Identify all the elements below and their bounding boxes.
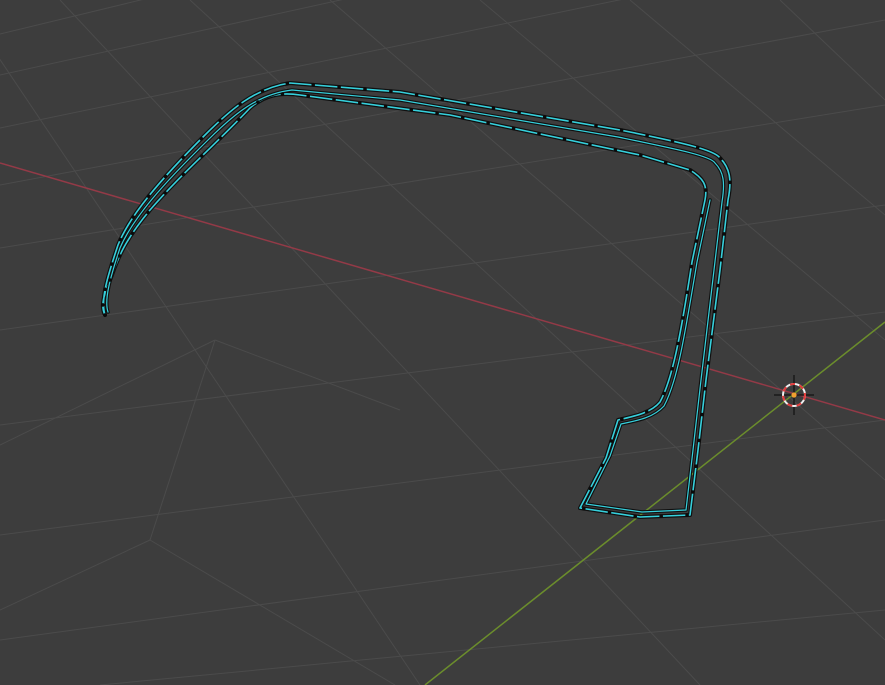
vertex-point[interactable]	[130, 231, 135, 236]
vertex-point[interactable]	[486, 121, 490, 125]
vertex-point[interactable]	[588, 486, 592, 491]
vertex-point[interactable]	[163, 191, 167, 195]
vertex-point[interactable]	[716, 283, 720, 288]
vertex-point[interactable]	[542, 115, 547, 119]
vertex-point[interactable]	[645, 133, 649, 138]
vertex-point[interactable]	[691, 490, 695, 494]
vertex-point[interactable]	[118, 237, 123, 242]
vertex-point[interactable]	[588, 142, 592, 147]
vertex-point[interactable]	[460, 115, 465, 120]
vertex-point[interactable]	[237, 117, 241, 122]
vertex-point[interactable]	[699, 213, 704, 218]
vertex-point[interactable]	[633, 514, 637, 519]
vertex-point[interactable]	[594, 124, 598, 128]
vertex-point[interactable]	[146, 210, 150, 215]
vertex-point[interactable]	[383, 104, 388, 109]
cursor-center-dot	[791, 392, 797, 398]
vertex-point[interactable]	[181, 172, 186, 177]
vertex-point[interactable]	[103, 313, 107, 317]
vertex-point[interactable]	[517, 110, 521, 115]
vertex-point[interactable]	[110, 262, 114, 266]
vertex-point[interactable]	[613, 148, 618, 152]
vertex-point[interactable]	[670, 139, 675, 143]
vertex-point[interactable]	[688, 168, 693, 173]
vertex-point[interactable]	[337, 85, 341, 89]
vertex-point[interactable]	[332, 97, 336, 102]
vertex-point[interactable]	[609, 439, 614, 443]
vertex-point[interactable]	[718, 156, 723, 161]
vertex-point[interactable]	[466, 101, 470, 106]
vertex-point[interactable]	[101, 303, 105, 307]
vertex-point[interactable]	[703, 188, 708, 192]
vertex-point[interactable]	[620, 417, 624, 421]
vertex-point[interactable]	[639, 153, 643, 157]
vertex-point[interactable]	[218, 118, 222, 123]
vertex-point[interactable]	[238, 102, 242, 106]
vertex-point[interactable]	[712, 309, 717, 314]
vertex-point[interactable]	[537, 131, 541, 136]
vertex-point[interactable]	[619, 128, 624, 133]
vertex-point[interactable]	[568, 119, 573, 124]
vertex-point[interactable]	[728, 180, 732, 185]
vertex-point[interactable]	[700, 412, 704, 417]
vertex-point[interactable]	[695, 145, 700, 150]
vertex-point[interactable]	[694, 464, 698, 469]
vertex-point[interactable]	[200, 154, 204, 158]
vertex-point[interactable]	[414, 93, 419, 97]
vertex-point[interactable]	[108, 278, 112, 282]
vertex-point[interactable]	[280, 92, 285, 96]
vertex-point[interactable]	[117, 254, 122, 258]
vertex-point[interactable]	[685, 290, 689, 295]
vertex-point[interactable]	[659, 514, 663, 518]
vertex-point[interactable]	[131, 215, 135, 219]
vertex-point[interactable]	[719, 258, 723, 262]
vertex-point[interactable]	[358, 101, 362, 105]
vertex-point[interactable]	[600, 463, 604, 468]
vertex-point[interactable]	[260, 89, 265, 93]
vertex-point[interactable]	[218, 136, 223, 140]
vertex-point[interactable]	[644, 409, 649, 414]
vertex-point[interactable]	[685, 513, 689, 517]
vertex-point[interactable]	[146, 194, 151, 198]
vertex-point[interactable]	[662, 391, 666, 396]
vertex-point[interactable]	[409, 108, 414, 112]
vertex-point[interactable]	[697, 438, 701, 443]
vertex-point[interactable]	[703, 386, 707, 391]
vertex-point[interactable]	[491, 106, 496, 110]
vertex-point[interactable]	[582, 506, 586, 511]
vertex-point[interactable]	[706, 361, 710, 365]
vertex-point[interactable]	[562, 137, 567, 141]
vertex-point[interactable]	[311, 83, 316, 87]
vertex-point[interactable]	[694, 239, 699, 243]
vertex-point[interactable]	[363, 87, 367, 91]
vertex-point[interactable]	[722, 232, 726, 236]
vertex-point[interactable]	[163, 174, 168, 179]
vertex-point[interactable]	[663, 160, 668, 165]
3d-viewport[interactable]	[0, 0, 885, 685]
vertex-point[interactable]	[181, 155, 185, 160]
vertex-point[interactable]	[681, 316, 685, 320]
vertex-point[interactable]	[199, 136, 204, 141]
vertex-point[interactable]	[689, 264, 694, 269]
vertex-point[interactable]	[285, 81, 290, 86]
vertex-point[interactable]	[607, 510, 612, 515]
vertex-point[interactable]	[389, 89, 393, 94]
vertex-point[interactable]	[670, 367, 674, 371]
vertex-point[interactable]	[103, 287, 107, 292]
vertex-point[interactable]	[256, 100, 260, 104]
vertex-point[interactable]	[511, 126, 516, 131]
vertex-point[interactable]	[440, 97, 445, 102]
vertex-point[interactable]	[725, 206, 729, 210]
vertex-point[interactable]	[709, 335, 714, 339]
vertex-point[interactable]	[676, 341, 680, 346]
vertex-point[interactable]	[435, 111, 439, 116]
vertex-point[interactable]	[306, 94, 311, 98]
